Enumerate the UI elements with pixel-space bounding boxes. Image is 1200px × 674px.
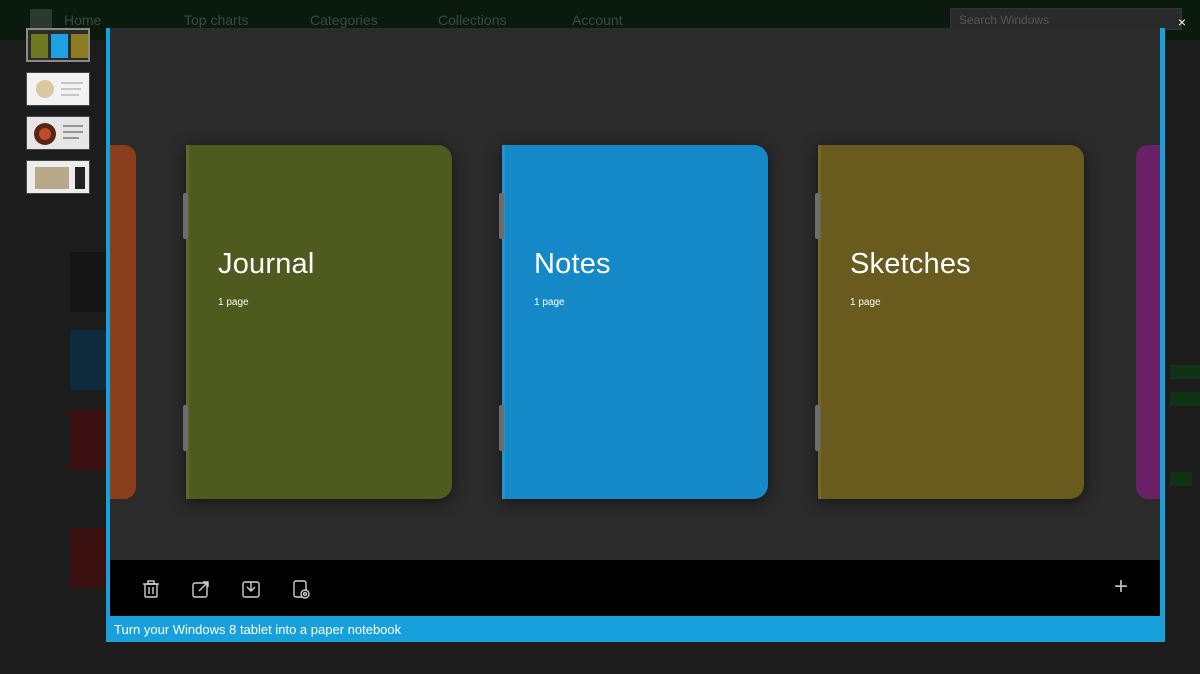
thumb-4-image bbox=[35, 167, 85, 189]
notebook-sketches[interactable]: Sketches 1 page bbox=[815, 145, 1084, 499]
notebook-partial-left[interactable] bbox=[110, 145, 136, 499]
background-app-tile bbox=[70, 252, 106, 312]
background-app-tile bbox=[70, 330, 106, 390]
add-icon[interactable]: + bbox=[1110, 575, 1132, 599]
notebook-page-count: 1 page bbox=[850, 297, 881, 308]
thumb-sketches bbox=[71, 34, 88, 58]
share-icon[interactable] bbox=[190, 578, 212, 600]
background-rating-bar bbox=[1170, 392, 1200, 406]
binder-ring bbox=[499, 405, 504, 451]
thumb-journal bbox=[31, 34, 48, 58]
binder-ring bbox=[183, 193, 188, 239]
notebook-partial-right[interactable] bbox=[1136, 145, 1160, 499]
background-app-tile bbox=[70, 528, 106, 588]
screenshot-thumbnails bbox=[26, 28, 92, 204]
background-app-tile bbox=[70, 410, 106, 470]
save-icon[interactable] bbox=[240, 578, 262, 600]
background-rating-bar bbox=[1170, 472, 1192, 486]
screenshot-lightbox: Journal 1 page Notes 1 page Sketches 1 p… bbox=[106, 28, 1165, 642]
search-input[interactable]: Search Windows bbox=[950, 8, 1182, 30]
settings-icon[interactable] bbox=[290, 578, 312, 600]
thumb-3-image bbox=[34, 123, 83, 145]
notebook-journal[interactable]: Journal 1 page bbox=[183, 145, 452, 499]
binder-ring bbox=[815, 193, 820, 239]
notebook-notes[interactable]: Notes 1 page bbox=[499, 145, 768, 499]
notebook-page-count: 1 page bbox=[218, 297, 249, 308]
binder-ring bbox=[183, 405, 188, 451]
nav-categories[interactable]: Categories bbox=[310, 12, 378, 28]
thumb-notes bbox=[51, 34, 68, 58]
thumbnail-2[interactable] bbox=[26, 72, 90, 106]
trash-icon[interactable] bbox=[140, 578, 162, 600]
thumbnail-4[interactable] bbox=[26, 160, 90, 194]
nav-account[interactable]: Account bbox=[572, 12, 623, 28]
screenshot-viewer: Journal 1 page Notes 1 page Sketches 1 p… bbox=[110, 28, 1160, 616]
background-rating-bar bbox=[1170, 365, 1200, 379]
notebook-title: Sketches bbox=[850, 248, 971, 280]
thumbnail-3[interactable] bbox=[26, 116, 90, 150]
thumbnail-1[interactable] bbox=[26, 28, 90, 62]
binder-ring bbox=[499, 193, 504, 239]
notebook-page-count: 1 page bbox=[534, 297, 565, 308]
notebook-title: Notes bbox=[534, 248, 611, 280]
close-icon[interactable]: × bbox=[1172, 12, 1192, 32]
binder-ring bbox=[815, 405, 820, 451]
nav-top-charts[interactable]: Top charts bbox=[184, 12, 249, 28]
nav-home[interactable]: Home bbox=[64, 12, 101, 28]
screenshot-caption: Turn your Windows 8 tablet into a paper … bbox=[114, 622, 402, 637]
notebook-title: Journal bbox=[218, 248, 315, 280]
nav-collections[interactable]: Collections bbox=[438, 12, 506, 28]
app-bar: + bbox=[110, 560, 1160, 616]
thumb-2-image bbox=[36, 80, 83, 98]
